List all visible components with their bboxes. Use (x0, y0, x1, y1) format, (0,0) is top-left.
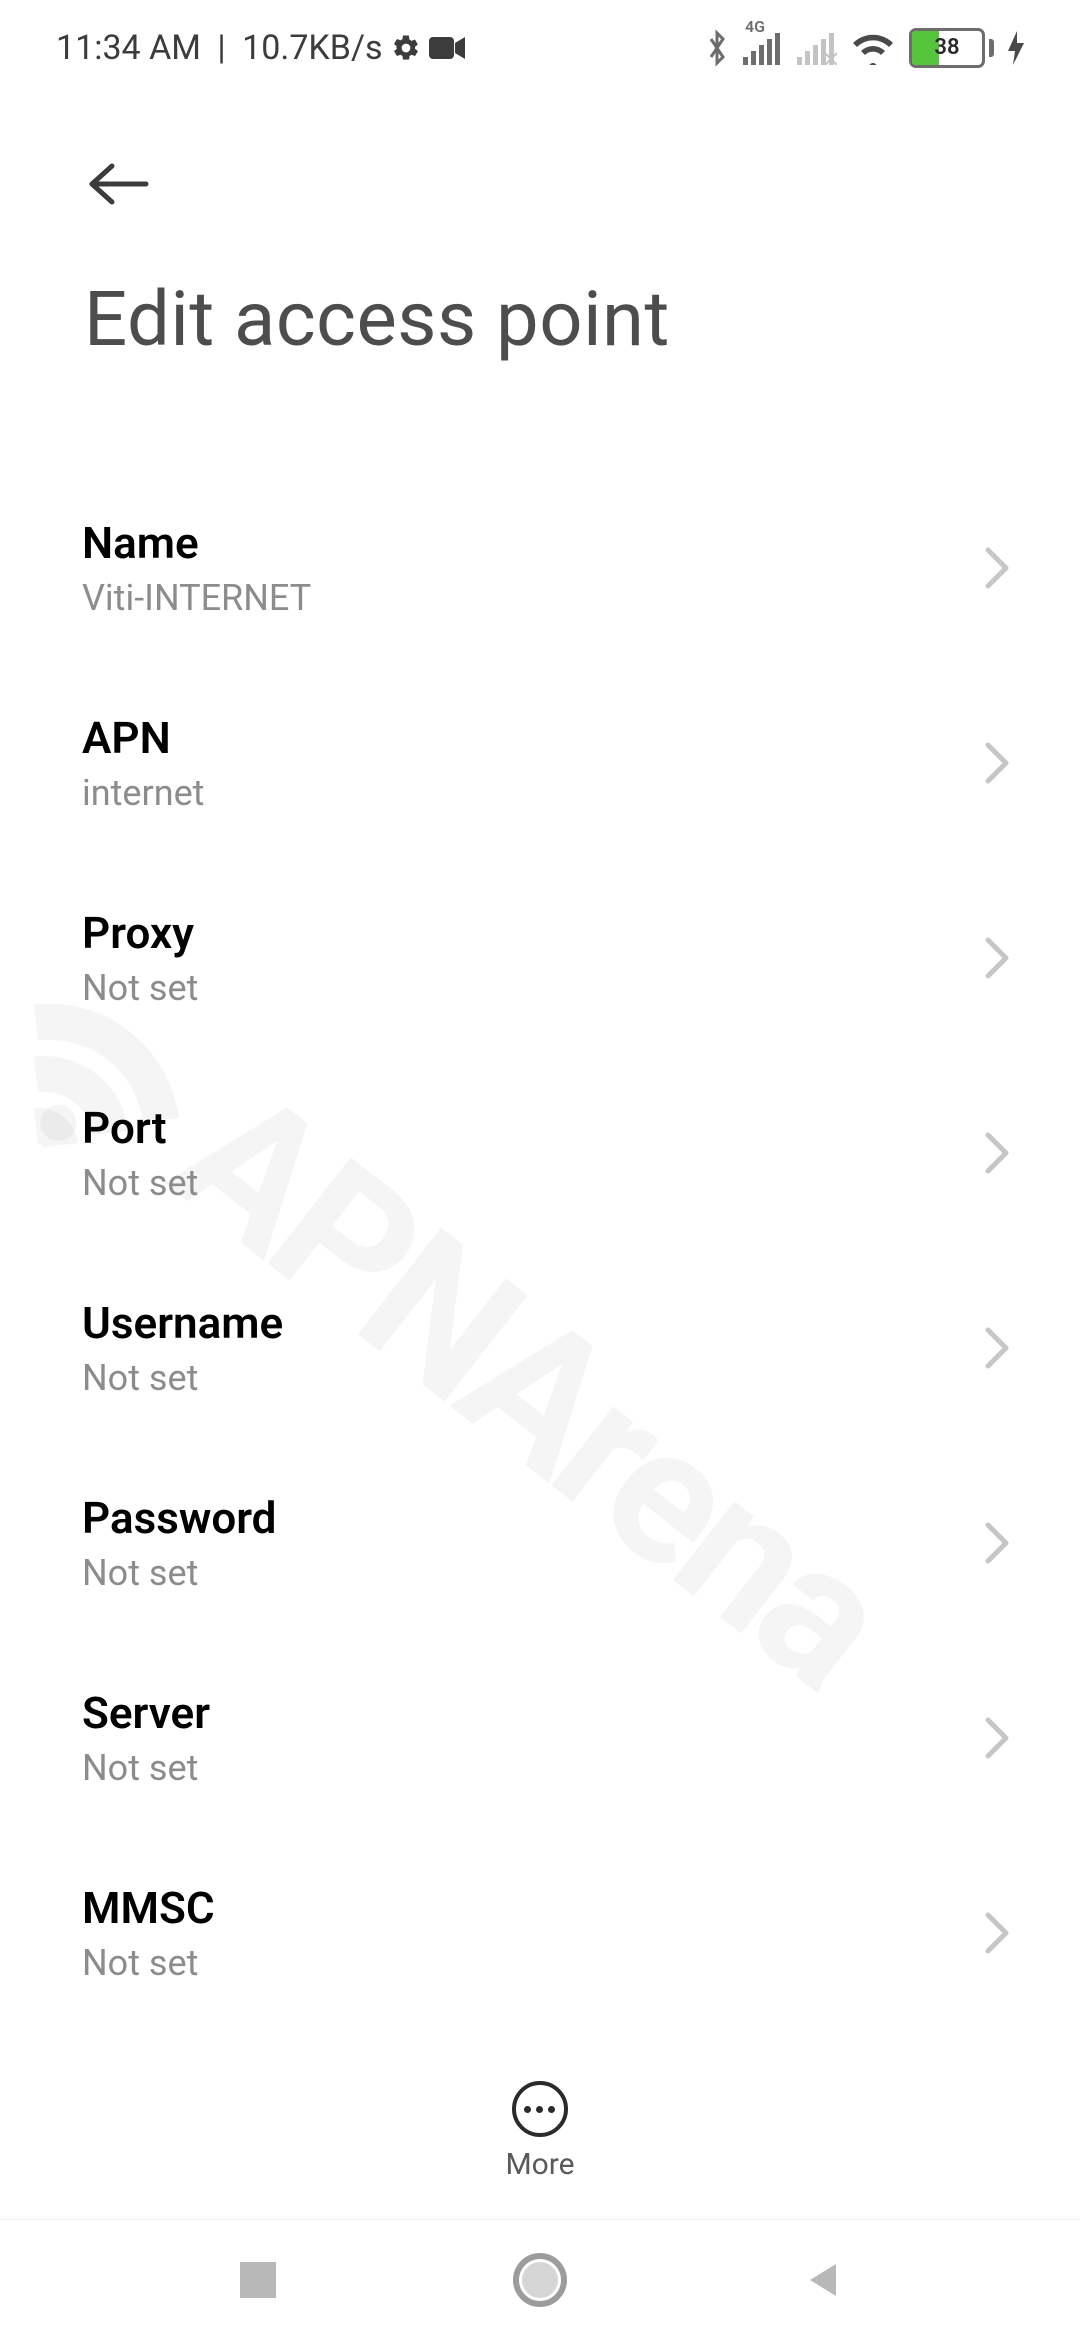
chevron-right-icon (984, 741, 1010, 785)
network-type-label: 4G (745, 17, 765, 36)
setting-row-name[interactable]: Name Viti-INTERNET (0, 470, 1080, 665)
back-button[interactable] (82, 156, 154, 212)
chevron-right-icon (984, 1131, 1010, 1175)
setting-row-port[interactable]: Port Not set (0, 1055, 1080, 1250)
charging-icon (1008, 31, 1024, 65)
chevron-right-icon (984, 546, 1010, 590)
setting-label: Server (82, 1686, 210, 1741)
setting-row-username[interactable]: Username Not set (0, 1250, 1080, 1445)
chevron-right-icon (984, 1911, 1010, 1955)
wifi-icon (851, 31, 895, 65)
signal-sim2-icon (797, 31, 837, 65)
setting-label: Password (82, 1491, 276, 1546)
settings-list: Name Viti-INTERNET APN internet Proxy Not set… (0, 400, 1080, 2044)
camera-icon (429, 35, 465, 61)
setting-value: Not set (82, 1357, 283, 1399)
setting-row-mmsc[interactable]: MMSC Not set (0, 1835, 1080, 2030)
arrow-left-icon (86, 160, 150, 208)
more-icon (512, 2081, 568, 2137)
setting-label: Proxy (82, 906, 198, 961)
status-bar: 11:34 AM | 10.7KB/s 4G 38 (0, 0, 1080, 96)
nav-back-button[interactable] (800, 2258, 844, 2302)
setting-label: Username (82, 1296, 283, 1351)
more-label: More (505, 2147, 574, 2182)
setting-value: Viti-INTERNET (82, 577, 311, 619)
setting-row-password[interactable]: Password Not set (0, 1445, 1080, 1640)
page-title: Edit access point (82, 212, 998, 364)
nav-recents-button[interactable] (236, 2258, 280, 2302)
status-left: 11:34 AM | 10.7KB/s (56, 28, 465, 68)
square-icon (236, 2258, 280, 2302)
setting-value: Not set (82, 1162, 198, 1204)
triangle-left-icon (800, 2258, 844, 2302)
setting-row-proxy[interactable]: Proxy Not set (0, 860, 1080, 1055)
setting-label: MMSC (82, 1881, 215, 1936)
status-net-speed: 10.7KB/s (242, 28, 382, 68)
chevron-right-icon (984, 1326, 1010, 1370)
bottom-action-bar: More (0, 2044, 1080, 2220)
nav-home-button[interactable] (512, 2252, 568, 2308)
signal-sim1-icon: 4G (743, 31, 783, 65)
setting-row-apn[interactable]: APN internet (0, 665, 1080, 860)
setting-value: internet (82, 772, 204, 814)
setting-row-mms-proxy[interactable]: MMS proxyNot set (0, 2030, 1080, 2044)
gear-icon (391, 33, 421, 63)
setting-label: Name (82, 516, 311, 571)
setting-label: Port (82, 1101, 198, 1156)
status-time: 11:34 AM (56, 28, 201, 68)
setting-value: Not set (82, 1747, 210, 1789)
chevron-right-icon (984, 1716, 1010, 1760)
circle-icon (512, 2252, 568, 2308)
setting-value: Not set (82, 1552, 276, 1594)
setting-value: Not set (82, 1942, 215, 1984)
more-button[interactable]: More (505, 2081, 574, 2182)
system-nav-bar (0, 2220, 1080, 2340)
battery-percent: 38 (934, 35, 959, 60)
battery-indicator: 38 (909, 28, 994, 68)
chevron-right-icon (984, 936, 1010, 980)
chevron-right-icon (984, 1521, 1010, 1565)
setting-label: APN (82, 711, 204, 766)
bluetooth-icon (705, 28, 729, 68)
setting-row-server[interactable]: Server Not set (0, 1640, 1080, 1835)
status-right: 4G 38 (705, 28, 1024, 68)
setting-value: Not set (82, 967, 198, 1009)
